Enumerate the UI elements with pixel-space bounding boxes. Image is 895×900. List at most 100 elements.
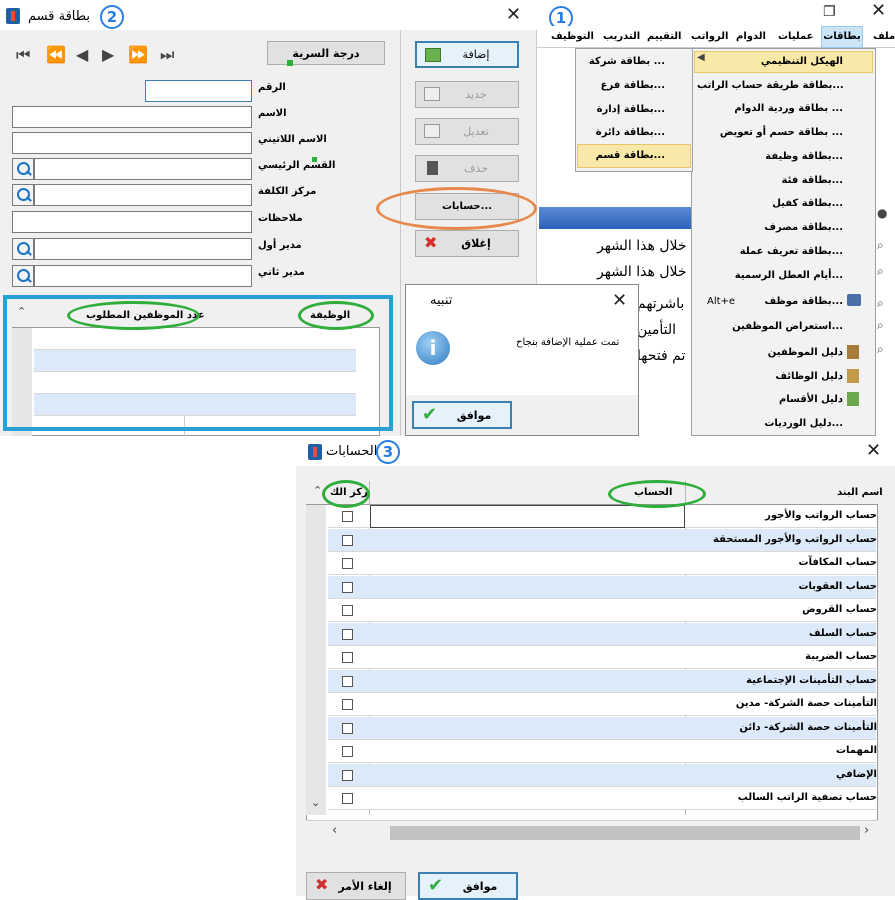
new-button[interactable]: جديد <box>415 81 519 108</box>
latin-name-field[interactable] <box>12 132 252 154</box>
menu-salaries[interactable]: الرواتب <box>691 31 728 47</box>
account-item-name: حساب العقوبات <box>798 580 877 592</box>
menu-training[interactable]: التدريب <box>603 31 640 47</box>
menu-item-deduction[interactable]: بطاقة حسم أو تعويض ... <box>697 127 843 151</box>
close-icon[interactable]: ✕ <box>871 2 886 20</box>
main-section-field[interactable] <box>34 158 252 180</box>
table-row[interactable] <box>328 599 876 622</box>
maximize-icon[interactable]: ❐ <box>823 3 836 21</box>
app-icon <box>308 444 322 460</box>
prev-page-icon[interactable]: ⏪ <box>46 45 66 64</box>
next-record-icon[interactable]: ▶ <box>102 45 114 64</box>
cost-center-checkbox[interactable] <box>342 675 353 687</box>
bg-text-3: باشرتهم <box>637 296 685 312</box>
scroll-up-icon[interactable]: ⌃ <box>313 484 322 497</box>
cost-center-checkbox[interactable] <box>342 534 353 546</box>
accounts-window: الحسابات 3 ✕ ⌃ مركز الك الحساب اسم البند… <box>296 436 895 900</box>
submenu-item-section[interactable]: بطاقة قسم... <box>581 150 665 174</box>
menu-item-org-structure[interactable]: الهيكل التنظيمي <box>697 56 843 80</box>
account-item-name: الإضافي <box>836 768 877 780</box>
menu-operations[interactable]: عمليات <box>778 31 814 47</box>
cost-center-lookup-icon[interactable] <box>12 184 34 206</box>
side-icon-4: ⌕ <box>877 296 884 310</box>
menu-item-shift[interactable]: بطاقة وردية الدوام ... <box>697 103 843 127</box>
menu-item-employee[interactable]: بطاقة موظف... <box>717 296 843 320</box>
new-icon <box>424 87 440 101</box>
menu-item-salary-method[interactable]: بطاقة طريقة حساب الراتب... <box>697 80 844 104</box>
section-card-title: بطاقة قسم <box>28 9 91 24</box>
submenu-item-company[interactable]: بطاقة شركة ... <box>581 56 665 80</box>
cost-center-checkbox[interactable] <box>342 605 353 616</box>
menu-file[interactable]: ملف <box>873 31 895 47</box>
table-row[interactable] <box>328 575 876 599</box>
menu-item-job[interactable]: بطاقة وظيفة... <box>697 151 843 175</box>
last-record-icon[interactable]: ⏭ <box>160 45 174 65</box>
scroll-left-icon[interactable]: ‹ <box>332 823 337 838</box>
cost-center-checkbox[interactable] <box>342 769 353 781</box>
table-row[interactable] <box>328 552 876 575</box>
menu-recruitment[interactable]: التوظيف <box>551 31 594 47</box>
menu-item-section-guide[interactable]: دليل الأقسام <box>697 394 843 418</box>
manager2-lookup-icon[interactable] <box>12 265 34 287</box>
latin-name-label: الاسم اللاتيني <box>258 134 327 145</box>
alert-ok-button[interactable]: ✔ موافق <box>412 401 512 429</box>
close-icon[interactable]: ✕ <box>506 6 521 24</box>
scroll-right-icon[interactable]: › <box>864 823 869 838</box>
menu-cards[interactable]: بطاقات <box>821 26 863 48</box>
menu-item-holidays[interactable]: أيام العطل الرسمية... <box>697 270 843 294</box>
add-button[interactable]: إضافة <box>415 41 519 68</box>
submenu-item-branch[interactable]: بطاقة فرع... <box>581 80 665 104</box>
table-row[interactable] <box>328 622 876 646</box>
submenu-item-administration[interactable]: بطاقة إدارة... <box>581 104 665 128</box>
menu-item-employee-guide[interactable]: دليل الموظفين <box>697 347 843 371</box>
alert-dialog: تنبيه ✕ i تمت عملية الإضافة بنجاح ✔ مواف… <box>405 284 639 436</box>
cost-center-field[interactable] <box>34 184 252 206</box>
main-section-lookup-icon[interactable] <box>12 158 34 180</box>
close-icon[interactable]: ✕ <box>866 442 881 460</box>
cost-center-checkbox[interactable] <box>342 793 353 804</box>
cost-center-checkbox[interactable] <box>342 722 353 734</box>
employee-guide-icon <box>847 345 859 359</box>
notes-field[interactable] <box>12 211 252 233</box>
menu-item-bank[interactable]: بطاقة مصرف... <box>697 222 843 246</box>
cost-center-checkbox[interactable] <box>342 558 353 569</box>
table-row[interactable] <box>328 740 876 763</box>
menu-item-browse-employees[interactable]: استعراض الموظفين... <box>697 321 843 345</box>
security-level-button[interactable]: درجة السرية <box>267 41 385 65</box>
cost-center-checkbox[interactable] <box>342 511 353 522</box>
cost-center-checkbox[interactable] <box>342 746 353 757</box>
table-row[interactable] <box>328 763 876 787</box>
number-field[interactable] <box>145 80 252 102</box>
next-page-icon[interactable]: ⏩ <box>128 45 148 64</box>
h-scroll-thumb[interactable] <box>390 826 860 840</box>
account-edit-field[interactable] <box>370 505 685 528</box>
bg-text-4: التأمين <box>637 322 677 338</box>
close-button[interactable]: ✖ إغلاق <box>415 230 519 257</box>
add-label: إضافة <box>462 48 490 61</box>
manager2-field[interactable] <box>34 265 252 287</box>
section-guide-icon <box>847 392 859 406</box>
menu-evaluation[interactable]: التقييم <box>647 31 681 47</box>
delete-button[interactable]: حذف <box>415 155 519 182</box>
first-record-icon[interactable]: ⏮ <box>16 45 30 65</box>
scroll-down-icon[interactable]: ⌄ <box>311 796 320 809</box>
name-field[interactable] <box>12 106 252 128</box>
table-row[interactable] <box>328 646 876 669</box>
manager1-lookup-icon[interactable] <box>12 238 34 260</box>
menu-item-job-guide[interactable]: دليل الوظائف <box>697 371 843 395</box>
menu-item-currency[interactable]: بطاقة تعريف عملة... <box>697 246 843 270</box>
new-label: جديد <box>465 88 487 101</box>
cost-center-checkbox[interactable] <box>342 628 353 640</box>
cost-center-checkbox[interactable] <box>342 652 353 663</box>
cost-center-checkbox[interactable] <box>342 581 353 593</box>
manager1-field[interactable] <box>34 238 252 260</box>
cost-center-checkbox[interactable] <box>342 699 353 710</box>
alert-title: تنبيه <box>430 293 453 308</box>
menu-item-category[interactable]: بطاقة فئة... <box>697 175 843 199</box>
prev-record-icon[interactable]: ◀ <box>76 45 88 64</box>
edit-button[interactable]: تعديل <box>415 118 519 145</box>
account-item-name: حساب الضريبة <box>805 651 877 662</box>
menu-attendance[interactable]: الدوام <box>736 31 766 47</box>
menu-item-sponsor[interactable]: بطاقة كفيل... <box>697 198 843 222</box>
alert-close-icon[interactable]: ✕ <box>612 292 627 310</box>
